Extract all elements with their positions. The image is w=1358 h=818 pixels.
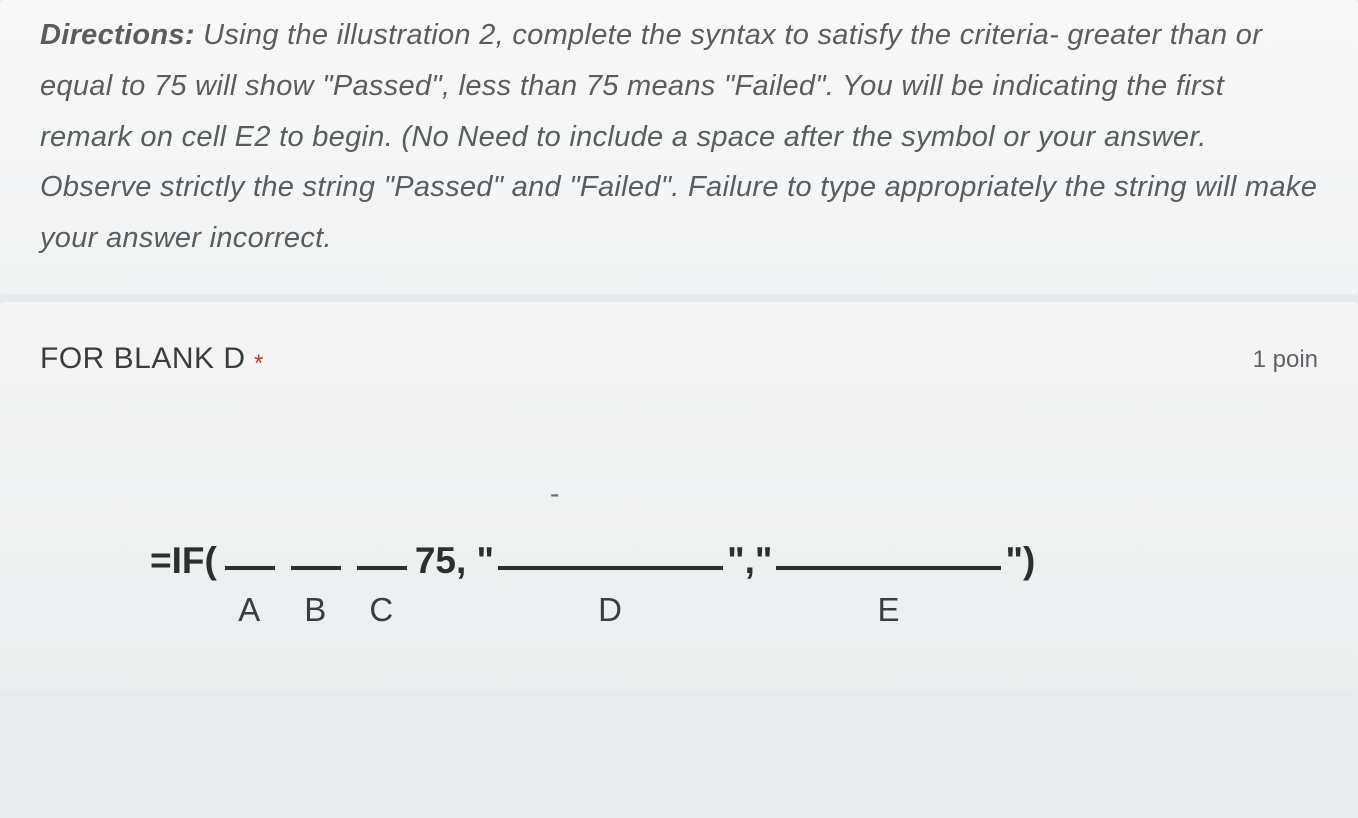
directions-paragraph: Directions: Using the illustration 2, co… [40,10,1318,61]
formula-container: - =IF( A B [40,458,1318,630]
formula-row: =IF( A B [150,540,1318,630]
blank-d-segment[interactable]: D [494,540,727,630]
blank-a-segment[interactable]: A [217,540,283,630]
question-header: FOR BLANK D * 1 poin [40,342,1318,378]
formula-mid1-segment: 75, " [415,540,494,630]
question-card: FOR BLANK D * 1 poin - =IF( A [0,302,1358,690]
blank-b-segment[interactable]: B [283,540,349,630]
directions-card: Directions: Using the illustration 2, co… [0,0,1358,294]
directions-text-2: equal to 75 will show "Passed", less tha… [40,61,1318,264]
blank-c-label: C [369,590,394,630]
dash-mark: - [550,478,1318,510]
question-title-wrap: FOR BLANK D * [40,342,263,378]
blank-b-line [291,540,341,570]
directions-label: Directions: [40,19,195,51]
question-title: FOR BLANK D [40,342,246,375]
formula-suffix-segment: ") [1005,540,1035,630]
required-indicator: * [254,350,263,377]
blank-a-label: A [238,590,261,630]
blank-e-label: E [877,590,900,630]
blank-a-line [225,540,275,570]
blank-e-line [776,540,1001,570]
blank-d-label: D [598,590,623,630]
blank-c-line [357,540,407,570]
blank-c-segment[interactable]: C [349,540,415,630]
blank-d-line [498,540,723,570]
points-label: 1 poin [1253,346,1318,374]
formula-prefix: =IF( [150,540,217,582]
formula-suffix: ") [1005,540,1035,582]
formula-mid2-segment: "," [727,540,772,630]
formula-prefix-segment: =IF( [150,540,217,630]
formula-mid2: "," [727,540,772,582]
formula-mid1: 75, " [415,540,494,582]
blank-b-label: B [304,590,327,630]
blank-e-segment[interactable]: E [772,540,1005,630]
directions-text-1: Using the illustration 2, complete the s… [195,19,1262,51]
